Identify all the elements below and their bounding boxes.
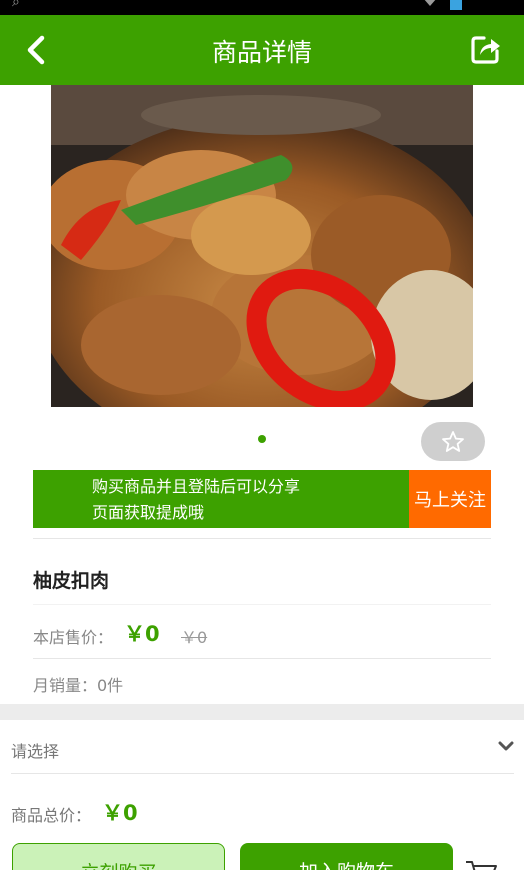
share-icon[interactable] bbox=[470, 33, 502, 65]
add-to-cart-button[interactable]: 加入购物车 bbox=[240, 843, 453, 870]
product-name: 柚皮扣肉 bbox=[33, 570, 110, 592]
price-label: 本店售价： bbox=[33, 628, 114, 647]
divider bbox=[11, 773, 514, 774]
product-price: ￥0 bbox=[124, 622, 160, 646]
carousel-indicator[interactable] bbox=[258, 435, 266, 443]
divider bbox=[33, 604, 491, 605]
share-promo-banner: 购买商品并且登陆后可以分享 页面获取提成哦 bbox=[33, 470, 409, 528]
option-select[interactable]: 请选择 bbox=[11, 738, 59, 762]
star-icon bbox=[442, 430, 464, 452]
product-image bbox=[51, 85, 473, 407]
wifi-icon bbox=[424, 0, 436, 6]
cart-icon[interactable] bbox=[464, 858, 498, 870]
divider bbox=[33, 538, 491, 539]
promo-line-1: 购买商品并且登陆后可以分享 bbox=[92, 477, 301, 496]
section-divider bbox=[0, 704, 524, 720]
buy-now-button[interactable]: 立刻购买 bbox=[12, 843, 225, 870]
status-bar: ⌕ bbox=[0, 0, 524, 15]
chevron-down-icon[interactable] bbox=[498, 738, 514, 754]
follow-button[interactable]: 马上关注 bbox=[409, 470, 491, 528]
promo-line-2: 页面获取提成哦 bbox=[92, 503, 205, 522]
search-icon: ⌕ bbox=[12, 0, 20, 10]
top-nav-bar: 商品详情 bbox=[0, 15, 524, 85]
battery-icon bbox=[450, 0, 462, 10]
total-price: ￥0 bbox=[102, 801, 138, 825]
original-price: ￥0 bbox=[181, 628, 208, 647]
divider bbox=[33, 658, 491, 659]
page-title: 商品详情 bbox=[211, 38, 312, 67]
total-label: 商品总价： bbox=[11, 806, 92, 825]
favorite-button[interactable] bbox=[421, 422, 485, 461]
monthly-sales: 月销量：0件 bbox=[33, 676, 124, 695]
